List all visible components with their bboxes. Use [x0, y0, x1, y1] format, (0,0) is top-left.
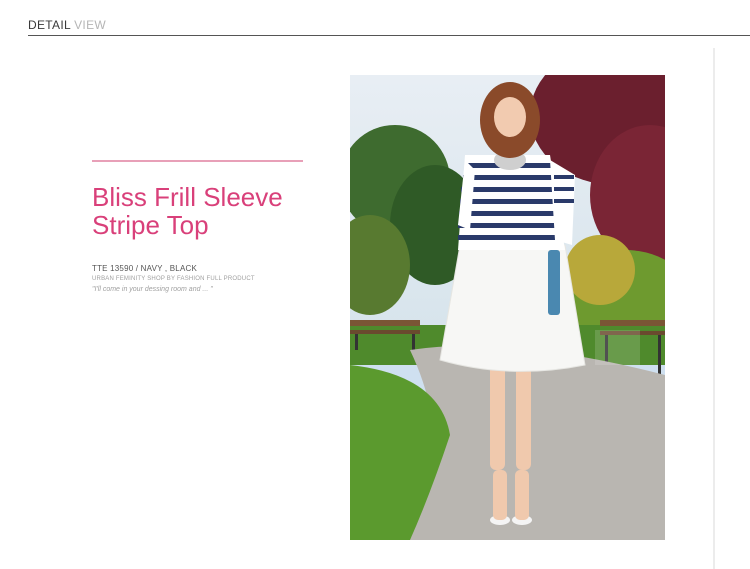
product-code: TTE 13590 / NAVY , BLACK [92, 264, 197, 273]
right-divider [713, 48, 715, 569]
product-photo [350, 75, 665, 540]
header-divider [28, 35, 750, 36]
product-tagline: URBAN FEMINITY SHOP BY FASHION FULL PROD… [92, 276, 255, 282]
product-title: Bliss Frill Sleeve Stripe Top [92, 182, 283, 240]
header-detail: DETAIL [28, 18, 71, 32]
model-photo-illustration [350, 75, 665, 540]
product-quote: "I'll come in your dessing room and ... … [92, 286, 213, 293]
title-accent-rule [92, 160, 303, 162]
header-view: VIEW [74, 18, 106, 32]
section-header: DETAIL VIEW [28, 18, 106, 32]
